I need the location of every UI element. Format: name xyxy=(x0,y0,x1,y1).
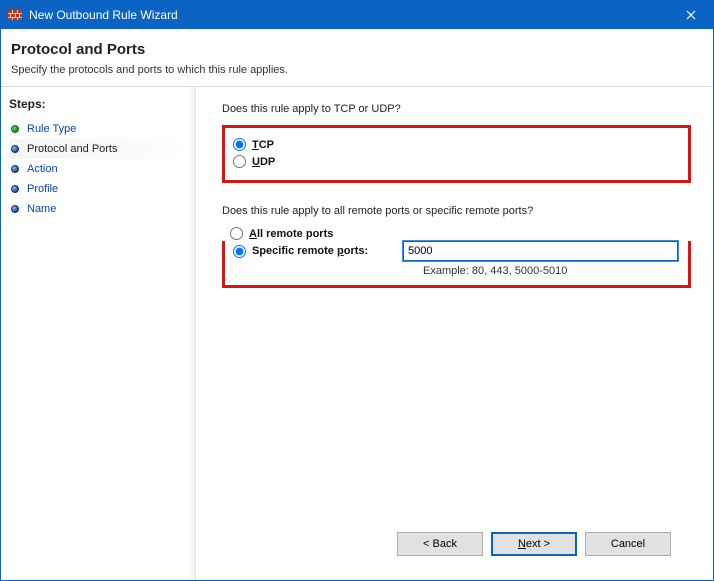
protocol-udp-label[interactable]: UDP xyxy=(252,156,275,168)
step-bullet-icon xyxy=(11,185,19,193)
step-label: Profile xyxy=(27,183,58,195)
ports-specific-radio[interactable] xyxy=(233,245,246,258)
ports-input[interactable] xyxy=(403,241,678,261)
protocol-udp-row: UDP xyxy=(233,155,678,168)
cancel-button[interactable]: Cancel xyxy=(585,532,671,556)
step-label: Rule Type xyxy=(27,123,76,135)
step-label: Action xyxy=(27,163,58,175)
ports-specific-label[interactable]: Specific remote ports: xyxy=(252,245,368,257)
next-button[interactable]: Next > xyxy=(491,532,577,556)
step-bullet-icon xyxy=(11,125,19,133)
step-rule-type[interactable]: Rule Type xyxy=(9,119,187,139)
protocol-group-highlight: TCP UDP xyxy=(222,125,691,183)
protocol-tcp-radio[interactable] xyxy=(233,138,246,151)
close-button[interactable] xyxy=(669,1,713,29)
step-name[interactable]: Name xyxy=(9,199,187,219)
step-bullet-icon xyxy=(11,205,19,213)
step-action[interactable]: Action xyxy=(9,159,187,179)
step-protocol-ports[interactable]: Protocol and Ports xyxy=(9,139,187,159)
wizard-header: Protocol and Ports Specify the protocols… xyxy=(1,29,713,87)
steps-panel: Steps: Rule Type Protocol and Ports Acti… xyxy=(1,87,196,580)
page-title: Protocol and Ports xyxy=(11,41,703,58)
wizard-footer: < Back Next > Cancel xyxy=(222,522,691,570)
protocol-udp-radio[interactable] xyxy=(233,155,246,168)
ports-prompt: Does this rule apply to all remote ports… xyxy=(222,205,691,217)
wizard-window: New Outbound Rule Wizard Protocol and Po… xyxy=(0,0,714,581)
close-icon xyxy=(686,10,696,20)
protocol-tcp-label[interactable]: TCP xyxy=(252,139,274,151)
content-panel: Does this rule apply to TCP or UDP? TCP … xyxy=(196,87,713,580)
wizard-body: Steps: Rule Type Protocol and Ports Acti… xyxy=(1,87,713,580)
ports-specific-row: Specific remote ports: xyxy=(233,241,678,261)
ports-group-highlight: Specific remote ports: Example: 80, 443,… xyxy=(222,241,691,288)
step-profile[interactable]: Profile xyxy=(9,179,187,199)
step-label: Protocol and Ports xyxy=(27,143,118,155)
step-bullet-icon xyxy=(11,165,19,173)
steps-heading: Steps: xyxy=(9,97,187,111)
ports-hint: Example: 80, 443, 5000-5010 xyxy=(423,265,678,277)
step-bullet-icon xyxy=(11,145,19,153)
titlebar: New Outbound Rule Wizard xyxy=(1,1,713,29)
ports-all-label[interactable]: All remote ports xyxy=(249,228,333,240)
ports-all-radio[interactable] xyxy=(230,227,243,240)
protocol-prompt: Does this rule apply to TCP or UDP? xyxy=(222,103,691,115)
window-title: New Outbound Rule Wizard xyxy=(29,8,669,22)
protocol-tcp-row: TCP xyxy=(233,138,678,151)
page-subtitle: Specify the protocols and ports to which… xyxy=(11,64,703,76)
ports-all-row: All remote ports xyxy=(230,227,691,240)
firewall-icon xyxy=(7,7,23,23)
step-label: Name xyxy=(27,203,56,215)
back-button[interactable]: < Back xyxy=(397,532,483,556)
